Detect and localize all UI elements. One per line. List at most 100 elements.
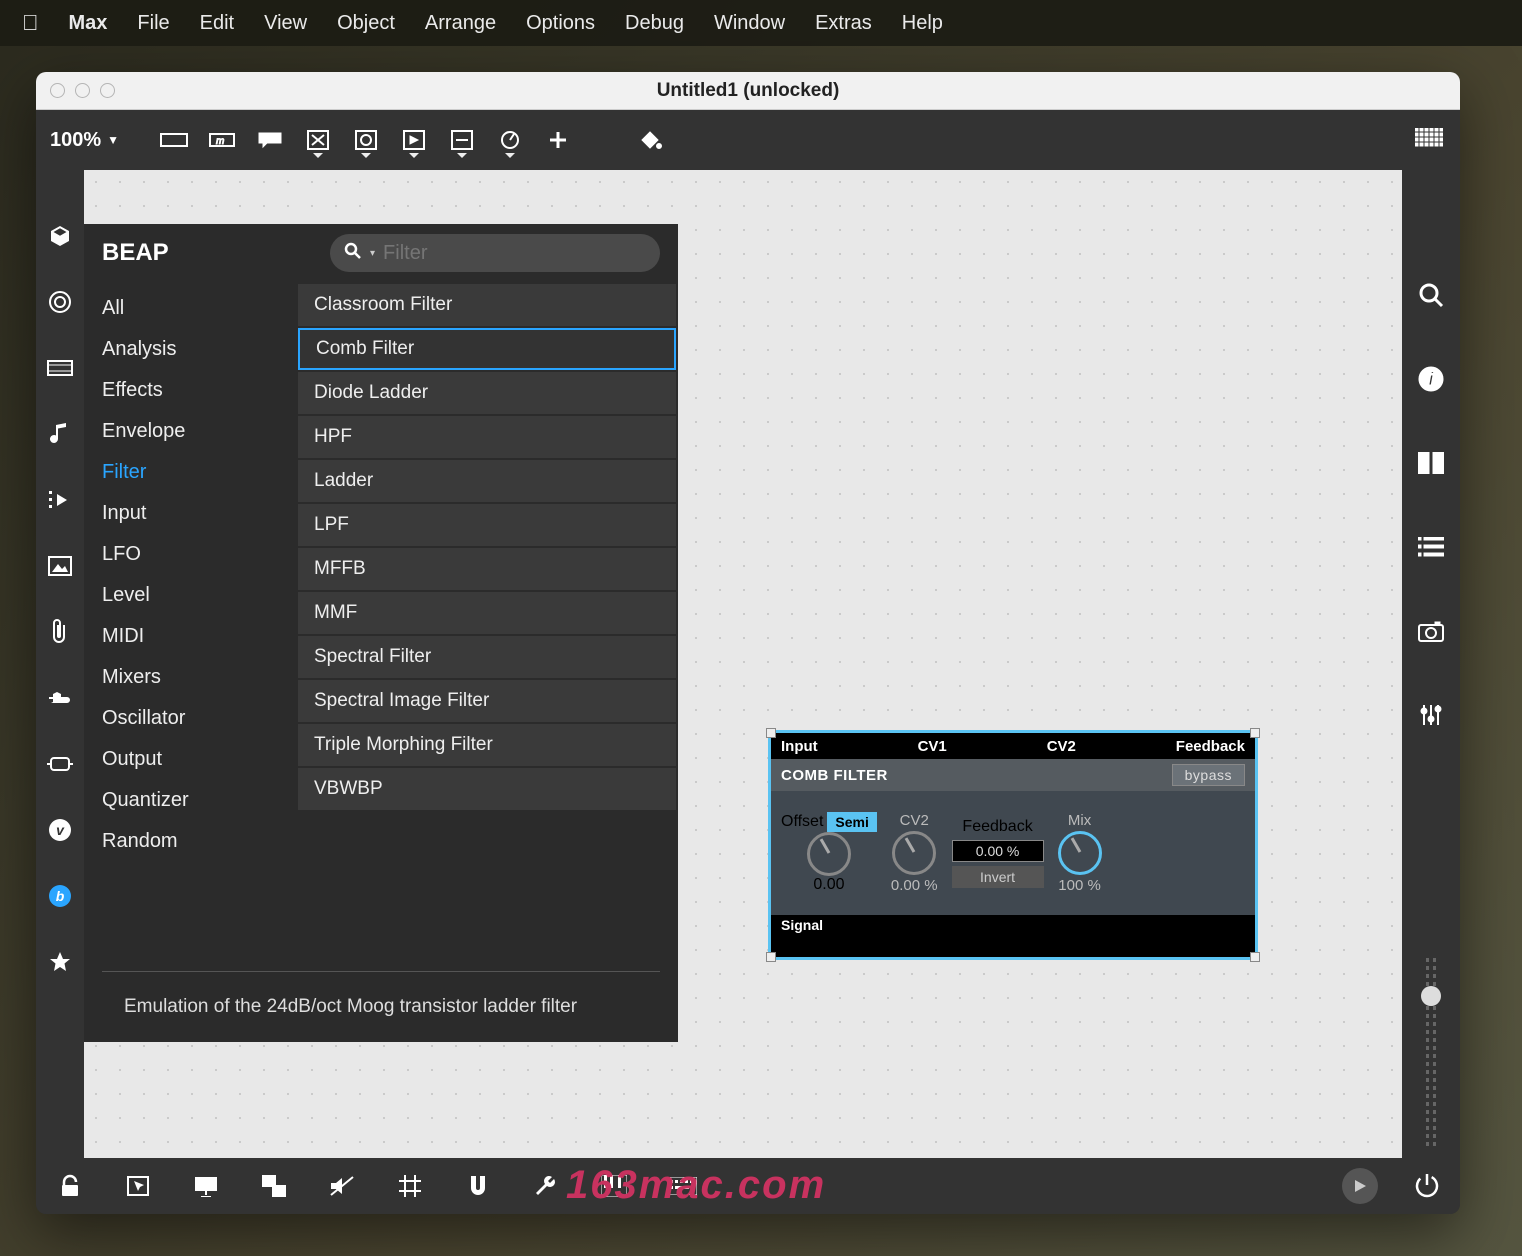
cat-mixers[interactable]: Mixers (84, 657, 298, 698)
window-titlebar[interactable]: Untitled1 (unlocked) (36, 72, 1460, 110)
snippets-icon[interactable] (46, 486, 74, 514)
resize-handle[interactable] (766, 728, 776, 738)
list-item[interactable]: VBWBP (298, 768, 676, 810)
layers-icon[interactable] (258, 1170, 290, 1202)
list-item[interactable]: HPF (298, 416, 676, 458)
menu-extras[interactable]: Extras (815, 12, 872, 35)
module-icon[interactable] (46, 354, 74, 382)
search-dropdown-icon[interactable]: ▾ (370, 248, 375, 259)
favorites-icon[interactable] (46, 948, 74, 976)
window-zoom-button[interactable] (100, 83, 115, 98)
list-item[interactable]: Ladder (298, 460, 676, 502)
menu-object[interactable]: Object (337, 12, 395, 35)
vizzie-icon[interactable]: v (46, 816, 74, 844)
menu-file[interactable]: File (137, 12, 169, 35)
level-meter[interactable] (1416, 948, 1446, 1158)
cat-quantizer[interactable]: Quantizer (84, 780, 298, 821)
apple-menu-icon[interactable]:  (22, 10, 39, 36)
cat-output[interactable]: Output (84, 739, 298, 780)
menu-help[interactable]: Help (902, 12, 943, 35)
sliders-icon[interactable] (1416, 700, 1446, 730)
zoom-dropdown[interactable]: 100%▼ (50, 129, 119, 152)
paint-bucket-icon[interactable] (633, 125, 667, 155)
message-icon[interactable]: m (205, 125, 239, 155)
list-item[interactable]: Triple Morphing Filter (298, 724, 676, 766)
menu-debug[interactable]: Debug (625, 12, 684, 35)
info-icon[interactable]: i (1416, 364, 1446, 394)
list-item[interactable]: Comb Filter (298, 328, 676, 370)
menu-arrange[interactable]: Arrange (425, 12, 496, 35)
camera-icon[interactable] (1416, 616, 1446, 646)
new-object-icon[interactable] (157, 125, 191, 155)
hash-icon[interactable] (394, 1170, 426, 1202)
semi-button[interactable]: Semi (827, 812, 876, 832)
menu-options[interactable]: Options (526, 12, 595, 35)
cat-random[interactable]: Random (84, 821, 298, 862)
comment-icon[interactable] (253, 125, 287, 155)
window-close-button[interactable] (50, 83, 65, 98)
note-icon[interactable] (46, 420, 74, 448)
cat-input[interactable]: Input (84, 493, 298, 534)
menu-view[interactable]: View (264, 12, 307, 35)
invert-button[interactable]: Invert (952, 866, 1044, 888)
cat-lfo[interactable]: LFO (84, 534, 298, 575)
list-item[interactable]: Spectral Image Filter (298, 680, 676, 722)
mute-icon[interactable] (326, 1170, 358, 1202)
button-icon[interactable] (349, 125, 383, 155)
menu-edit[interactable]: Edit (200, 12, 234, 35)
list-item[interactable]: MMF (298, 592, 676, 634)
resize-handle[interactable] (1250, 952, 1260, 962)
cat-analysis[interactable]: Analysis (84, 329, 298, 370)
grid-icon[interactable] (1412, 125, 1446, 155)
mix-knob[interactable] (1058, 831, 1102, 875)
cube-icon[interactable] (46, 222, 74, 250)
resize-handle[interactable] (1250, 728, 1260, 738)
magnet-icon[interactable] (462, 1170, 494, 1202)
wrench-icon[interactable] (530, 1170, 562, 1202)
toggle-icon[interactable] (301, 125, 335, 155)
plug-icon[interactable] (46, 684, 74, 712)
offset-knob[interactable] (807, 832, 851, 876)
list-item[interactable]: LPF (298, 504, 676, 546)
play-button[interactable] (1342, 1168, 1378, 1204)
bypass-button[interactable]: bypass (1172, 764, 1245, 786)
cat-midi[interactable]: MIDI (84, 616, 298, 657)
list-item[interactable]: Diode Ladder (298, 372, 676, 414)
split-icon[interactable] (1416, 448, 1446, 478)
clip-icon[interactable] (46, 618, 74, 646)
cat-effects[interactable]: Effects (84, 370, 298, 411)
list-item[interactable]: Spectral Filter (298, 636, 676, 678)
beap-search[interactable]: ▾ (330, 234, 660, 272)
app-menu[interactable]: Max (69, 12, 108, 35)
cv2-knob[interactable] (892, 831, 936, 875)
power-button[interactable] (1414, 1172, 1442, 1200)
cat-filter[interactable]: Filter (84, 452, 298, 493)
add-icon[interactable] (541, 125, 575, 155)
record-icon[interactable] (46, 288, 74, 316)
resize-handle[interactable] (766, 952, 776, 962)
beap-search-input[interactable] (383, 242, 646, 265)
cv2-label: CV2 (900, 812, 929, 829)
slider-icon[interactable] (445, 125, 479, 155)
meter-thumb[interactable] (1421, 986, 1441, 1006)
beap-icon[interactable]: b (46, 882, 74, 910)
comb-filter-module[interactable]: Input CV1 CV2 Feedback COMB FILTER bypas… (768, 730, 1258, 960)
cat-level[interactable]: Level (84, 575, 298, 616)
search-icon[interactable] (1416, 280, 1446, 310)
list-item[interactable]: Classroom Filter (298, 284, 676, 326)
presentation-icon[interactable] (190, 1170, 222, 1202)
list-icon[interactable] (1416, 532, 1446, 562)
feedback-value[interactable]: 0.00 % (952, 840, 1044, 862)
dial-icon[interactable] (493, 125, 527, 155)
cat-all[interactable]: All (84, 288, 298, 329)
gen-icon[interactable] (46, 750, 74, 778)
list-item[interactable]: MFFB (298, 548, 676, 590)
window-minimize-button[interactable] (75, 83, 90, 98)
cat-envelope[interactable]: Envelope (84, 411, 298, 452)
cursor-icon[interactable] (122, 1170, 154, 1202)
cat-oscillator[interactable]: Oscillator (84, 698, 298, 739)
number-icon[interactable] (397, 125, 431, 155)
menu-window[interactable]: Window (714, 12, 785, 35)
lock-icon[interactable] (54, 1170, 86, 1202)
image-icon[interactable] (46, 552, 74, 580)
